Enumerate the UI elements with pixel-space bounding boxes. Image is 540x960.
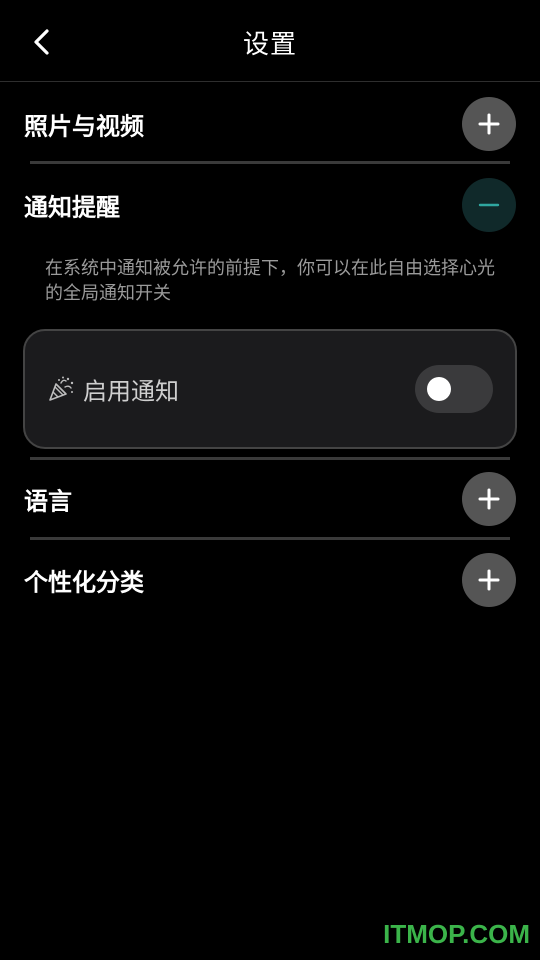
divider — [30, 161, 510, 164]
expand-language-button[interactable] — [462, 472, 516, 526]
section-notifications[interactable]: 通知提醒 — [0, 165, 540, 245]
minus-icon — [478, 203, 500, 207]
notifications-description: 在系统中通知被允许的前提下，你可以在此自由选择心光的全局通知开关 — [45, 258, 495, 304]
plus-icon — [478, 113, 500, 135]
section-categories-label: 个性化分类 — [24, 568, 144, 597]
toggle-knob — [427, 377, 451, 401]
expand-photos-button[interactable] — [462, 97, 516, 151]
section-categories[interactable]: 个性化分类 — [0, 540, 540, 620]
section-photos-label: 照片与视频 — [24, 112, 144, 141]
plus-icon — [478, 569, 500, 591]
section-language[interactable]: 语言 — [0, 459, 540, 539]
section-notifications-label: 通知提醒 — [24, 193, 120, 222]
header-bar: 设置 — [0, 0, 540, 82]
enable-notifications-card: 启用通知 — [23, 329, 517, 449]
page-title: 设置 — [242, 30, 297, 60]
enable-notifications-label: 启用通知 — [83, 377, 179, 406]
plus-icon — [478, 488, 500, 510]
section-language-label: 语言 — [24, 487, 72, 516]
section-photos[interactable]: 照片与视频 — [0, 84, 540, 164]
expand-categories-button[interactable] — [462, 553, 516, 607]
enable-notifications-toggle[interactable] — [415, 365, 493, 413]
collapse-notifications-button[interactable] — [462, 178, 516, 232]
watermark: ITMOP.COM — [383, 919, 530, 949]
party-popper-icon — [49, 376, 74, 401]
